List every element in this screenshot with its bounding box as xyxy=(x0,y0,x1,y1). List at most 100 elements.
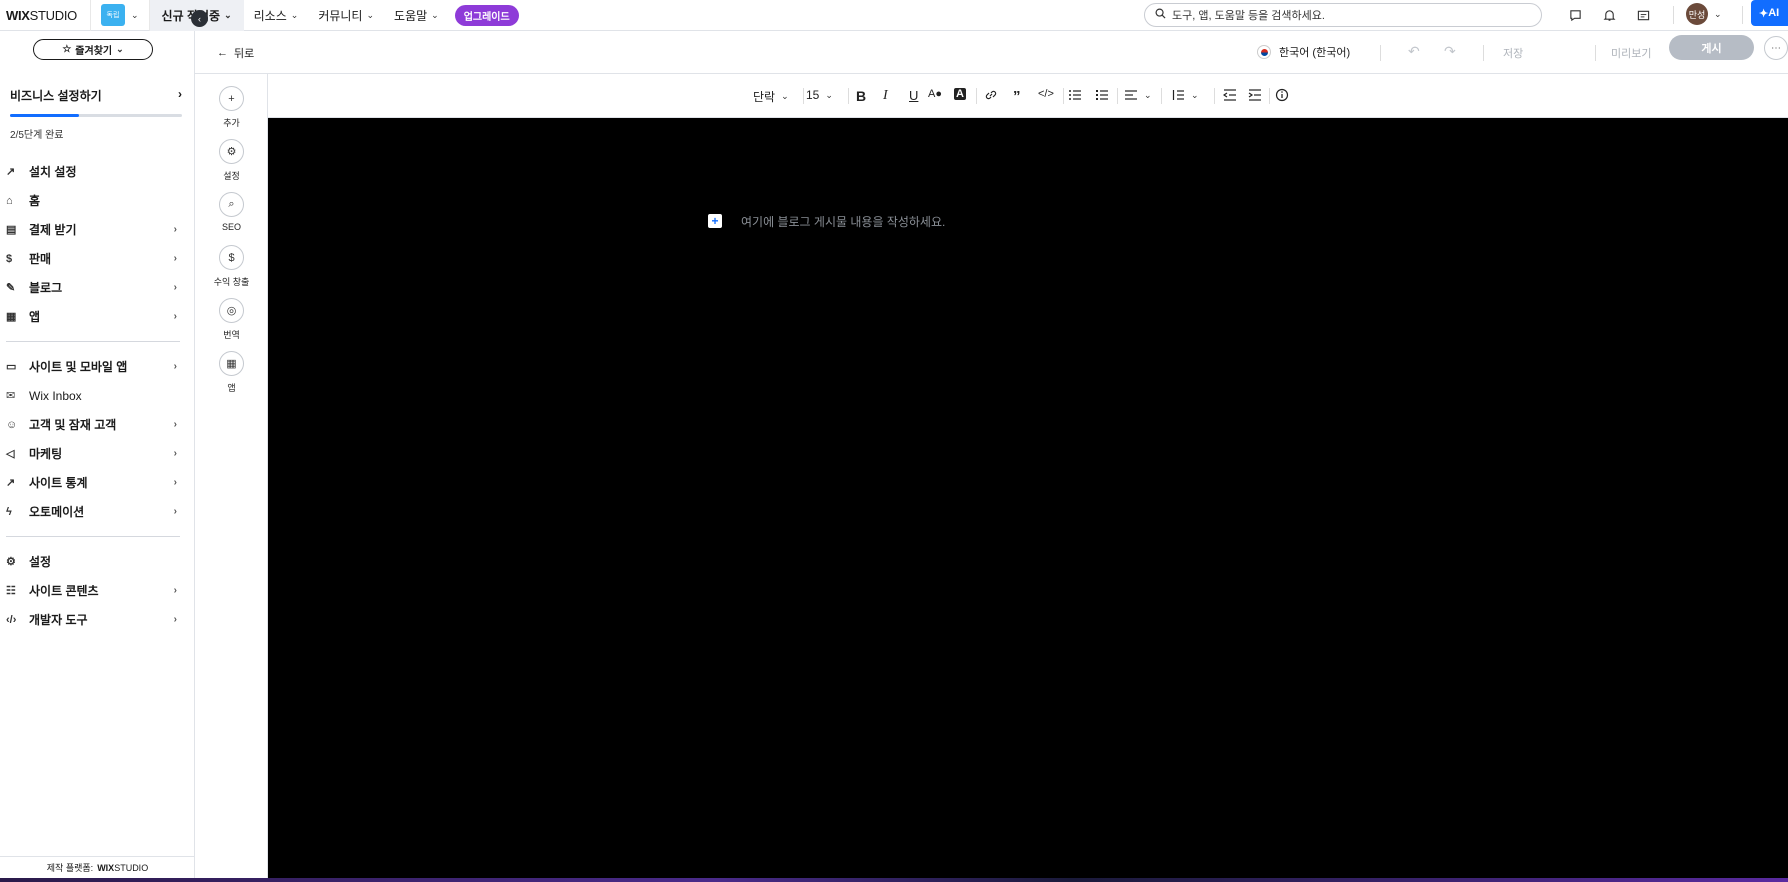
sidebar-item[interactable]: ‹/› 개발자 도구 › xyxy=(0,605,195,634)
site-thumbnail: 독립 xyxy=(101,4,125,26)
add-block-plus-icon[interactable]: + xyxy=(708,214,722,228)
sidebar-item[interactable]: ◁ 마케팅 › xyxy=(0,439,195,468)
sidebar-item-label: 사이트 및 모바일 앱 xyxy=(29,360,128,374)
search-icon xyxy=(1155,8,1166,22)
upgrade-button[interactable]: 업그레이드 xyxy=(454,4,519,26)
rail-item-label: SEO xyxy=(221,222,241,232)
rail-item[interactable]: ⌕ SEO xyxy=(195,192,268,232)
quote-icon[interactable]: ” xyxy=(1013,88,1021,105)
sidebar-item-label: Wix Inbox xyxy=(29,388,82,403)
text-color-icon[interactable]: A● xyxy=(928,88,942,100)
account-menu[interactable]: 만성 ⌄ xyxy=(1686,3,1722,25)
sidebar-item[interactable]: ▦ 앱 › xyxy=(0,302,195,331)
dollar-icon: $ xyxy=(6,252,13,265)
sidebar-item[interactable]: ▭ 사이트 및 모바일 앱 › xyxy=(0,352,195,381)
sparkle-icon: ✦ xyxy=(1759,7,1769,20)
chevron-right-icon: › xyxy=(173,477,177,488)
sidebar-item[interactable]: $ 판매 › xyxy=(0,244,195,273)
apps-icon: ▦ xyxy=(6,311,17,323)
sidebar-item[interactable]: ▤ 결제 받기 › xyxy=(0,215,195,244)
sidebar-item[interactable]: ☺ 고객 및 잠재 고객 › xyxy=(0,410,195,439)
rail-item[interactable]: ◎ 번역 xyxy=(195,298,268,341)
sidebar-item[interactable]: ↗ 설치 설정 xyxy=(0,157,195,186)
gear-icon: ⚙ xyxy=(219,139,244,164)
top-bar: WIXSTUDIO 독립 ⌄ 신규 작업중 ⌄ 리소스 ⌄ 커뮤니티 ⌄ 도움말… xyxy=(0,0,1788,31)
avatar: 만성 xyxy=(1686,3,1708,25)
collapse-sidebar-button[interactable]: ‹ xyxy=(191,10,208,27)
back-button[interactable]: ← 뒤로 xyxy=(217,45,254,61)
chevron-right-icon: › xyxy=(173,506,177,517)
menu-divider xyxy=(6,536,180,537)
payment-icon: ▤ xyxy=(6,224,17,236)
blog-post-editor-canvas[interactable]: + 여기에 블로그 게시물 내용을 작성하세요. xyxy=(268,118,1788,878)
business-setup-card[interactable]: 비즈니스 설정하기 › 2/5단계 완료 xyxy=(10,87,182,141)
redo-icon[interactable]: ↷ xyxy=(1444,43,1456,60)
sidebar-item[interactable]: ⌂ 홈 xyxy=(0,186,195,215)
sidebar-item-label: 사이트 통계 xyxy=(29,476,88,490)
underline-icon[interactable]: U xyxy=(909,88,918,103)
line-spacing-dropdown[interactable]: ⌄ xyxy=(1171,88,1199,102)
sidebar-item[interactable]: ↗ 사이트 통계 › xyxy=(0,468,195,497)
sidebar-item-label: 오토메이션 xyxy=(29,505,85,519)
rail-item[interactable]: $ 수익 창출 xyxy=(195,245,268,288)
rail-item[interactable]: + 추가 xyxy=(195,86,268,129)
save-button[interactable]: 저장 xyxy=(1503,45,1523,61)
rail-item-label: 앱 xyxy=(227,383,236,393)
increase-indent-icon[interactable] xyxy=(1248,88,1262,102)
bell-icon[interactable] xyxy=(1602,9,1616,23)
layout-icon[interactable] xyxy=(1636,9,1650,23)
bold-icon[interactable]: B xyxy=(856,88,866,104)
formatting-toolbar: 단락 ⌄ 15 ⌄ B I U A● A ” </> ⌄ ⌄ xyxy=(268,74,1788,118)
chevron-down-icon: ⌄ xyxy=(131,9,139,20)
nav-help[interactable]: 도움말 ⌄ xyxy=(384,0,449,31)
favorites-label: 즐겨찾기 xyxy=(75,46,113,57)
search-input[interactable]: 도구, 앱, 도움말 등을 검색하세요. xyxy=(1144,3,1542,27)
italic-icon[interactable]: I xyxy=(883,88,888,104)
editor-placeholder-text[interactable]: 여기에 블로그 게시물 내용을 작성하세요. xyxy=(741,213,945,230)
setup-progress-text: 2/5단계 완료 xyxy=(10,130,64,141)
rail-item[interactable]: ⚙ 설정 xyxy=(195,139,268,182)
sidebar-item[interactable]: ☷ 사이트 콘텐츠 › xyxy=(0,576,195,605)
sidebar-item[interactable]: ⚙ 설정 xyxy=(0,547,195,576)
megaphone-icon: ◁ xyxy=(6,448,15,460)
sidebar-item[interactable]: ✎ 블로그 › xyxy=(0,273,195,302)
publish-button[interactable]: 게시 xyxy=(1669,35,1754,60)
info-icon[interactable] xyxy=(1275,88,1289,102)
paragraph-style-dropdown[interactable]: 단락 ⌄ xyxy=(753,88,789,105)
globe-icon: ◎ xyxy=(219,298,244,323)
numbered-list-icon[interactable] xyxy=(1068,88,1082,102)
link-icon[interactable] xyxy=(984,88,998,102)
decrease-indent-icon[interactable] xyxy=(1223,88,1237,102)
ai-button[interactable]: ✦ AI xyxy=(1751,0,1788,26)
language-selector[interactable]: 한국어 (한국어) xyxy=(1257,44,1350,60)
people-icon: ☺ xyxy=(6,418,18,431)
highlight-color-icon[interactable]: A xyxy=(954,88,966,100)
sidebar-menu: ↗ 설치 설정 ⌂ 홈 ▤ 결제 받기 › $ 판매 › ✎ 블로그 › ▦ 앱 › ▭ 사이트 및 모바일 앱… xyxy=(0,157,195,634)
sidebar-item-label: 고객 및 잠재 고객 xyxy=(29,418,117,432)
editor-header: ← 뒤로 한국어 (한국어) ↶ ↷ 저장 미리보기 게시 ⋯ xyxy=(195,31,1788,74)
rail-item[interactable]: ▦ 앱 xyxy=(195,351,268,394)
undo-icon[interactable]: ↶ xyxy=(1408,43,1420,60)
editor-tool-rail: + 추가 ⚙ 설정 ⌕ SEO $ 수익 창출 ◎ 번역 ▦ 앱 xyxy=(195,74,268,878)
preview-button[interactable]: 미리보기 xyxy=(1611,45,1651,61)
sidebar-item-label: 앱 xyxy=(29,310,41,324)
code-block-icon[interactable]: </> xyxy=(1038,88,1054,100)
sidebar-item-label: 마케팅 xyxy=(29,447,63,461)
wix-studio-logo[interactable]: WIXSTUDIO xyxy=(0,8,90,23)
nav-community[interactable]: 커뮤니티 ⌄ xyxy=(308,0,384,31)
favorites-button[interactable]: ☆ 즐겨찾기 ⌄ xyxy=(33,39,153,60)
site-selector[interactable]: 독립 ⌄ xyxy=(90,0,149,31)
sidebar-item-label: 홈 xyxy=(29,194,41,208)
nav-resources[interactable]: 리소스 ⌄ xyxy=(244,0,309,31)
home-icon: ⌂ xyxy=(6,194,13,207)
sidebar-item[interactable]: ϟ 오토메이션 › xyxy=(0,497,195,526)
chevron-right-icon: › xyxy=(173,311,177,322)
chat-icon[interactable] xyxy=(1568,9,1582,23)
menu-divider xyxy=(6,341,180,342)
bullet-list-icon[interactable] xyxy=(1095,88,1109,102)
font-size-dropdown[interactable]: 15 ⌄ xyxy=(806,88,833,102)
more-options-icon[interactable]: ⋯ xyxy=(1764,36,1788,60)
text-align-dropdown[interactable]: ⌄ xyxy=(1124,88,1152,102)
chevron-right-icon: › xyxy=(173,282,177,293)
sidebar-item[interactable]: ✉ Wix Inbox xyxy=(0,381,195,410)
